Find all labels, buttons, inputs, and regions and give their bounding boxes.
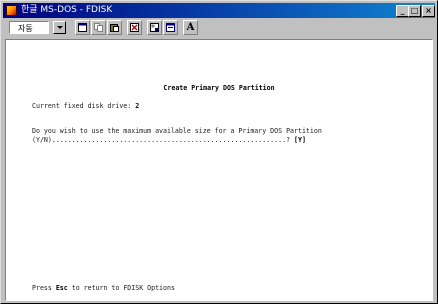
answer-value[interactable]: [Y] — [294, 136, 306, 144]
current-drive-line: Current fixed disk drive: 2 — [32, 102, 139, 111]
question-line-2: (Y/N)...................................… — [32, 136, 306, 145]
window-glyph — [78, 23, 87, 32]
dos-console[interactable]: Create Primary DOS Partition Current fix… — [5, 39, 433, 301]
copy-icon[interactable] — [91, 20, 106, 35]
font-button-label: A — [186, 22, 195, 33]
paste-glyph — [110, 24, 119, 32]
page-title: Create Primary DOS Partition — [163, 84, 275, 92]
window-title: 한글 MS-DOS - FDISK — [21, 5, 113, 15]
title-bar[interactable]: 한글 MS-DOS - FDISK _ □ × — [3, 3, 435, 18]
question-prompt: (Y/N)...................................… — [32, 136, 295, 144]
footer-instruction: Press Esc to return to FDISK Options — [32, 284, 175, 293]
close-button[interactable]: × — [422, 5, 435, 17]
fullscreen-glyph — [130, 23, 139, 32]
font-size-combo[interactable]: 자동 — [9, 21, 49, 34]
msdos-app-icon[interactable] — [6, 5, 17, 16]
question-line-1: Do you wish to use the maximum available… — [32, 127, 322, 135]
maximize-button[interactable]: □ — [408, 5, 421, 17]
toolbar: 자동 A — [3, 19, 435, 37]
properties-glyph — [150, 23, 159, 32]
window-icon[interactable] — [75, 20, 90, 35]
chevron-down-icon[interactable] — [53, 21, 66, 34]
paste-icon[interactable] — [107, 20, 122, 35]
properties-icon[interactable] — [147, 20, 162, 35]
esc-key: Esc — [55, 284, 68, 292]
msdos-window: 한글 MS-DOS - FDISK _ □ × 자동 A Create Prim… — [0, 0, 438, 304]
footer-suffix: to return to FDISK Options — [67, 284, 175, 292]
drive-label: Current fixed disk drive: — [32, 102, 136, 110]
copy-glyph — [94, 23, 103, 32]
font-letter-icon[interactable]: A — [183, 20, 198, 35]
fullscreen-icon[interactable] — [127, 20, 142, 35]
background-icon[interactable] — [163, 20, 178, 35]
background-glyph — [166, 23, 175, 32]
drive-value: 2 — [135, 102, 140, 110]
footer-prefix: Press — [32, 284, 56, 292]
